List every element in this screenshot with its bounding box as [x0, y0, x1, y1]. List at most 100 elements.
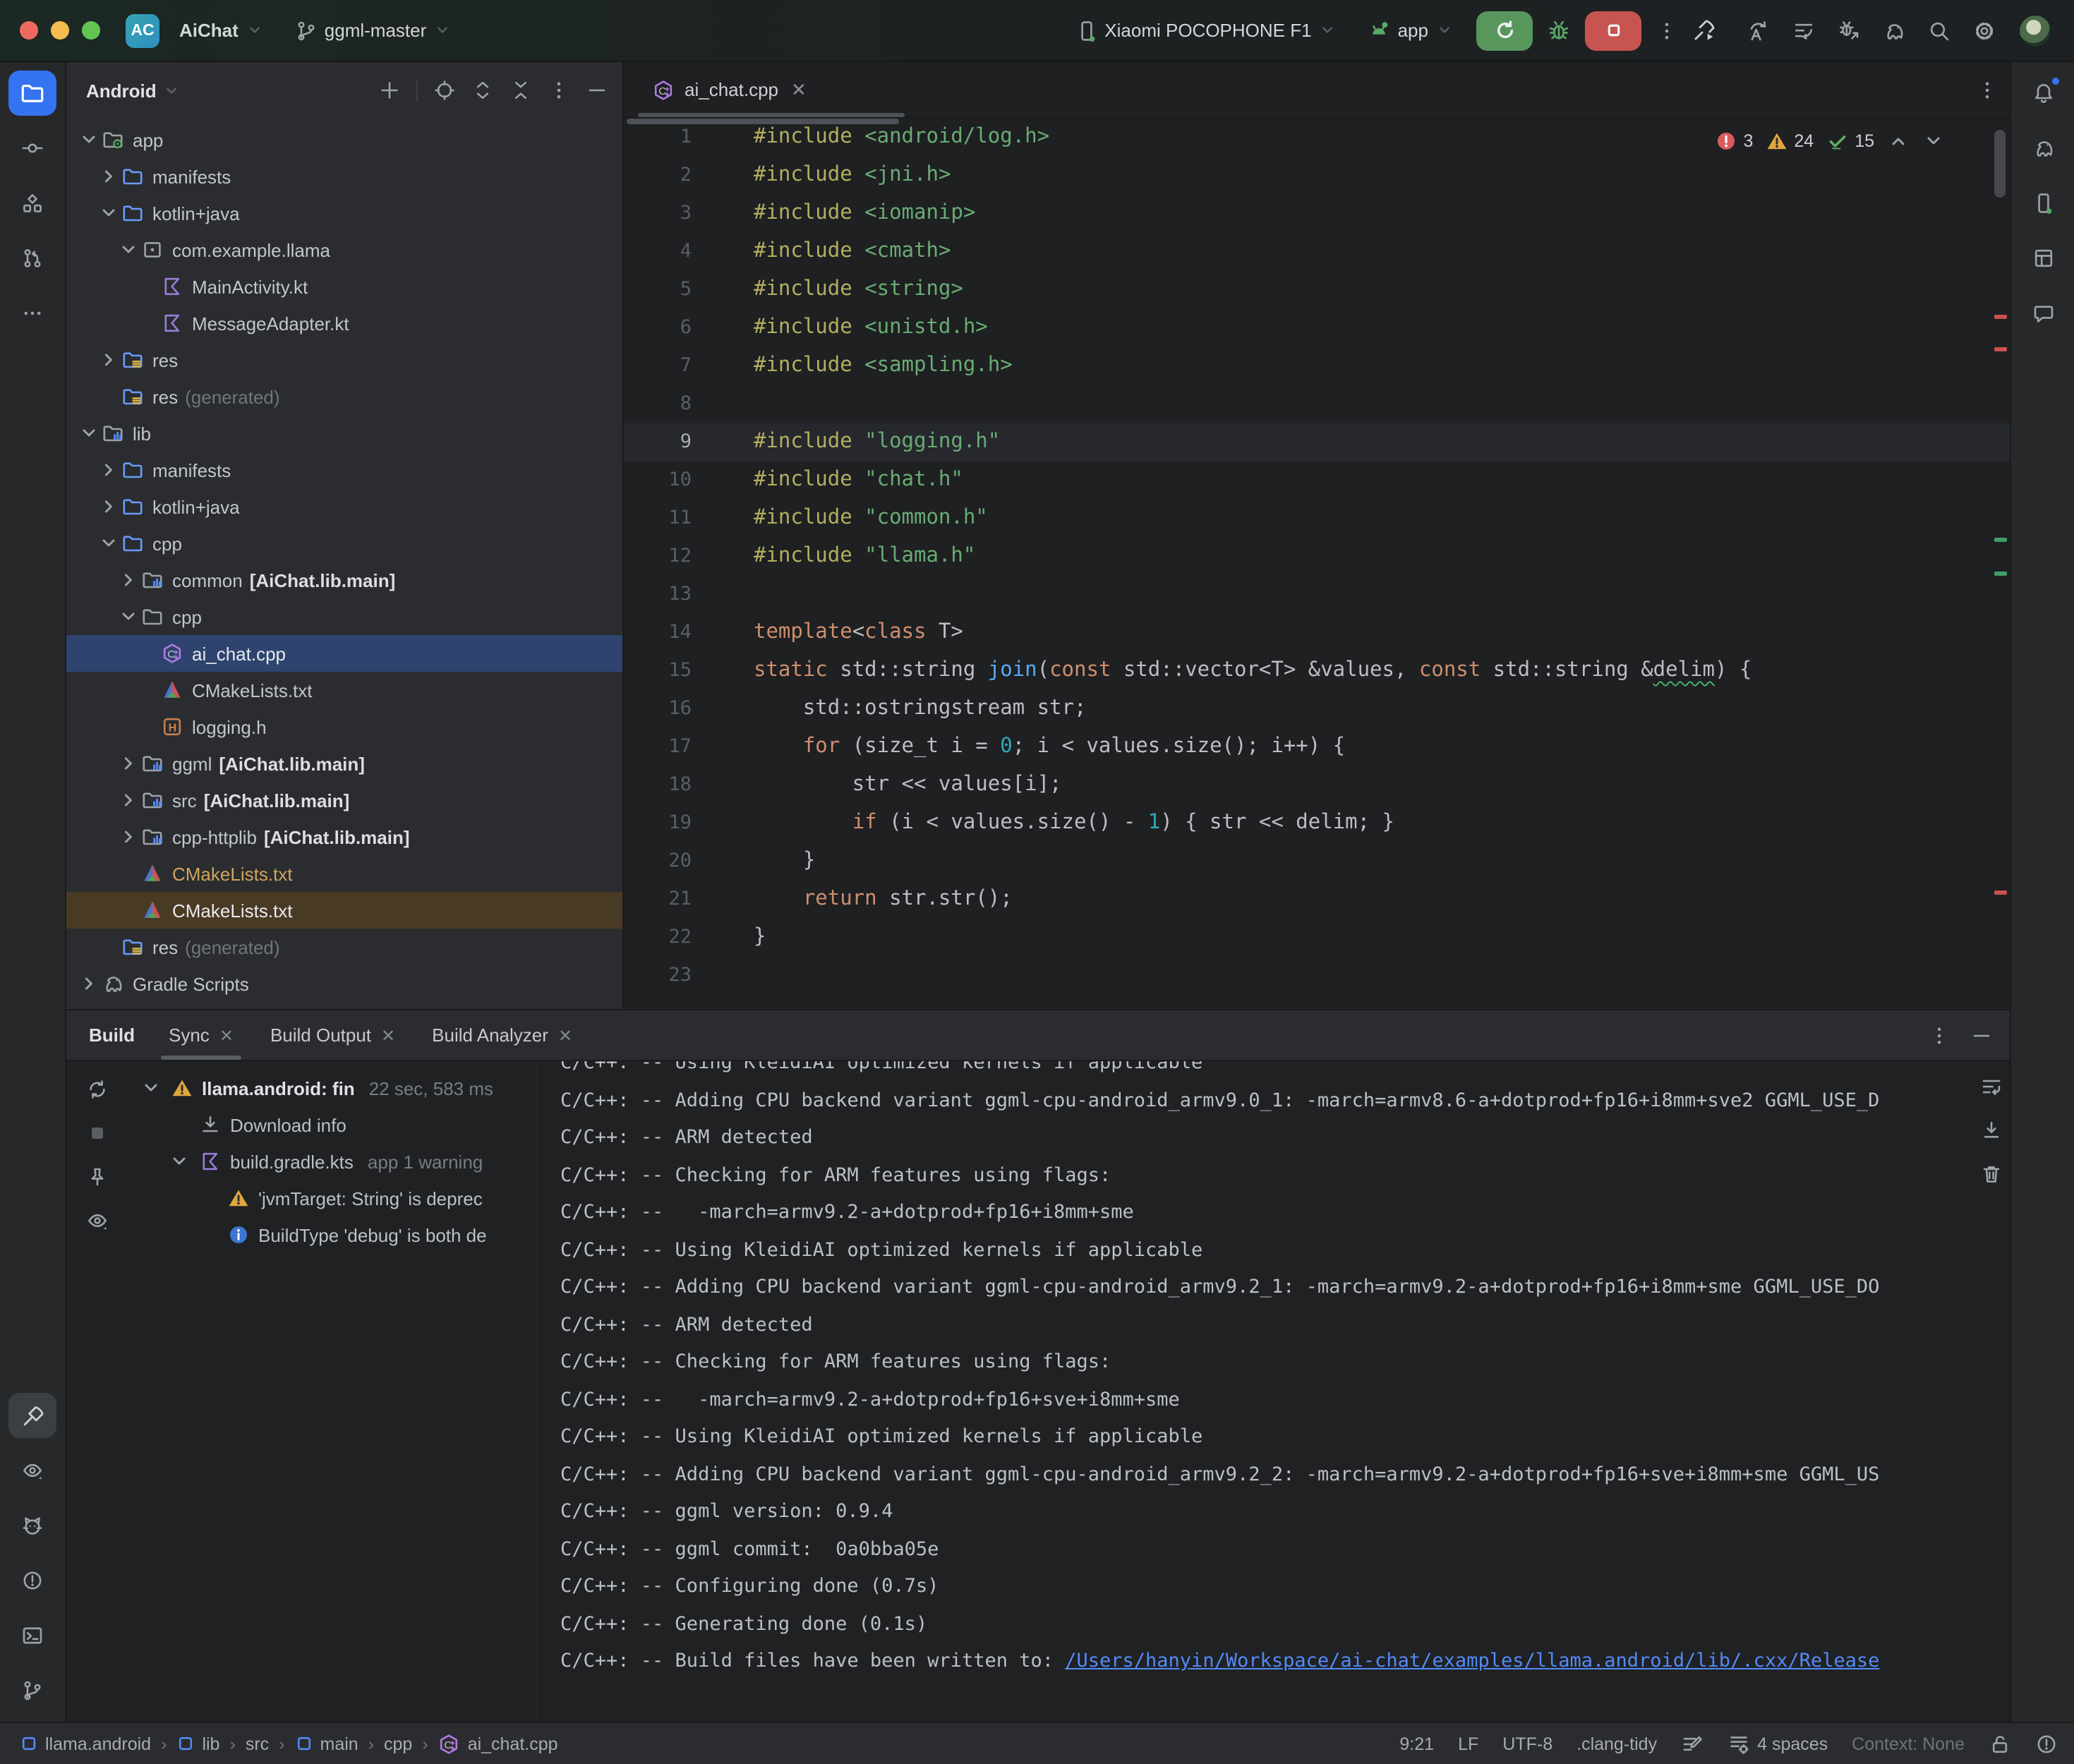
- run-config-selector[interactable]: app: [1360, 13, 1462, 47]
- more-tools-button[interactable]: [8, 291, 56, 336]
- chevron-down-icon[interactable]: [168, 1150, 191, 1173]
- horizontal-scrollbar[interactable]: [627, 119, 899, 124]
- tree-item-res[interactable]: res: [66, 342, 622, 378]
- tree-item-ai-chat-cpp[interactable]: Cai_chat.cpp: [66, 635, 622, 672]
- file-encoding[interactable]: UTF-8: [1502, 1734, 1553, 1753]
- settings-gear-icon[interactable]: [1973, 19, 1996, 42]
- sync-refresh-icon[interactable]: [86, 1078, 109, 1101]
- chevron-down-icon[interactable]: [117, 605, 140, 628]
- rerun-app-button[interactable]: [1476, 11, 1533, 50]
- project-tool-button[interactable]: [8, 71, 56, 116]
- notifications-button[interactable]: [2019, 71, 2067, 116]
- tree-item-cpp-httplib[interactable]: cpp-httplib[AiChat.lib.main]: [66, 818, 622, 855]
- prev-problem-icon[interactable]: [1887, 130, 1910, 152]
- project-selector[interactable]: AiChat: [171, 14, 272, 47]
- chevron-right-icon[interactable]: [78, 972, 100, 995]
- close-tab-icon[interactable]: ✕: [381, 1025, 395, 1045]
- problems-tool-button[interactable]: [8, 1558, 56, 1603]
- filter-eye-icon[interactable]: [86, 1209, 109, 1232]
- breadcrumb-item-llama-android[interactable]: llama.android: [20, 1734, 151, 1753]
- commit-tool-button[interactable]: [8, 126, 56, 171]
- tab-build-output[interactable]: Build Output✕: [267, 1010, 398, 1060]
- tab-options-kebab[interactable]: [1976, 78, 1998, 101]
- breadcrumb-item-ai-chat-cpp[interactable]: Cai_chat.cpp: [438, 1732, 558, 1755]
- code-area[interactable]: 1#include <android/log.h>2#include <jni.…: [624, 119, 2010, 1009]
- version-control-button[interactable]: [8, 1668, 56, 1713]
- hide-build-panel-icon[interactable]: [1970, 1024, 1993, 1046]
- tree-item-manifests[interactable]: manifests: [66, 158, 622, 195]
- build-console[interactable]: C/C++: -- Using KleidiAI optimized kerne…: [536, 1061, 2010, 1722]
- chevron-right-icon[interactable]: [117, 789, 140, 811]
- chevron-down-icon[interactable]: [78, 128, 100, 151]
- structure-tool-button[interactable]: [8, 181, 56, 226]
- tree-item-res[interactable]: res(generated): [66, 929, 622, 965]
- tree-item-common[interactable]: common[AiChat.lib.main]: [66, 562, 622, 598]
- editor-scrollbar[interactable]: [1990, 119, 2010, 1009]
- terminal-tool-button[interactable]: [8, 1613, 56, 1658]
- build-run-hammer-icon[interactable]: [1692, 18, 1716, 42]
- sync-tree-item[interactable]: Download info: [128, 1106, 536, 1143]
- run-more-kebab[interactable]: [1656, 19, 1678, 42]
- logcat-tool-button[interactable]: [8, 1503, 56, 1548]
- project-view-selector[interactable]: Android: [86, 80, 157, 101]
- tree-item-ggml[interactable]: ggml[AiChat.lib.main]: [66, 745, 622, 782]
- minimize-window-button[interactable]: [51, 21, 69, 40]
- lock-icon[interactable]: [1989, 1732, 2011, 1755]
- tree-item-cpp[interactable]: cpp: [66, 525, 622, 562]
- context-indicator[interactable]: Context: None: [1852, 1734, 1965, 1753]
- next-problem-icon[interactable]: [1922, 130, 1945, 152]
- chevron-right-icon[interactable]: [97, 495, 120, 518]
- caret-position[interactable]: 9:21: [1399, 1734, 1434, 1753]
- build-options-kebab[interactable]: [1928, 1024, 1951, 1046]
- breadcrumb-item-src[interactable]: src: [246, 1734, 269, 1753]
- inspection-highlight-icon[interactable]: [1681, 1732, 1704, 1755]
- tree-item-logging-h[interactable]: Hlogging.h: [66, 708, 622, 745]
- collapse-all-icon[interactable]: [510, 79, 532, 102]
- chevron-right-icon[interactable]: [117, 569, 140, 591]
- tree-item-manifests[interactable]: manifests: [66, 452, 622, 488]
- pull-requests-tool-button[interactable]: [8, 236, 56, 281]
- search-icon[interactable]: [1928, 19, 1951, 42]
- build-output-path-link[interactable]: /Users/hanyin/Workspace/ai-chat/examples…: [1065, 1650, 1879, 1672]
- debug-button[interactable]: [1547, 18, 1571, 42]
- panel-options-kebab[interactable]: [548, 79, 570, 102]
- stop-gray-icon[interactable]: [86, 1122, 109, 1144]
- gradle-sync-icon[interactable]: [1883, 19, 1905, 42]
- chevron-down-icon[interactable]: [117, 238, 140, 261]
- soft-wrap-icon[interactable]: [1980, 1075, 2003, 1098]
- tree-item-cmakelists-txt[interactable]: CMakeLists.txt: [66, 892, 622, 929]
- device-explorer-button[interactable]: [8, 1448, 56, 1493]
- attach-debugger-icon[interactable]: [1838, 19, 1860, 42]
- close-tab-icon[interactable]: ✕: [791, 78, 807, 101]
- tree-item-messageadapter-kt[interactable]: MessageAdapter.kt: [66, 305, 622, 342]
- device-manager-button[interactable]: [2019, 181, 2067, 226]
- apply-changes-icon[interactable]: [1747, 19, 1770, 42]
- sync-tree-item[interactable]: build.gradle.ktsapp 1 warning: [128, 1143, 536, 1180]
- chevron-down-icon[interactable]: [97, 202, 120, 224]
- chevron-down-icon[interactable]: [97, 532, 120, 555]
- line-separator[interactable]: LF: [1458, 1734, 1478, 1753]
- lint-config[interactable]: .clang-tidy: [1576, 1734, 1657, 1753]
- app-insights-button[interactable]: [2019, 291, 2067, 336]
- chevron-right-icon[interactable]: [97, 349, 120, 371]
- tree-item-cmakelists-txt[interactable]: CMakeLists.txt: [66, 672, 622, 708]
- tree-item-res[interactable]: res(generated): [66, 378, 622, 415]
- tree-item-gradle-scripts[interactable]: Gradle Scripts: [66, 965, 622, 1002]
- gradle-tool-button[interactable]: [2019, 126, 2067, 171]
- tab-build-analyzer[interactable]: Build Analyzer✕: [429, 1010, 575, 1060]
- tree-item-mainactivity-kt[interactable]: MainActivity.kt: [66, 268, 622, 305]
- pin-icon[interactable]: [86, 1166, 109, 1188]
- info-circle-icon[interactable]: [2035, 1732, 2058, 1755]
- layout-inspector-button[interactable]: [2019, 236, 2067, 281]
- tree-item-cmakelists-txt[interactable]: CMakeLists.txt: [66, 855, 622, 892]
- sync-tree-item[interactable]: llama.android: fin22 sec, 583 ms: [128, 1070, 536, 1106]
- breadcrumb-item-cpp[interactable]: cpp: [384, 1734, 412, 1753]
- add-icon[interactable]: [378, 79, 401, 102]
- breadcrumb-item-main[interactable]: main: [295, 1734, 358, 1753]
- scrollbar-thumb[interactable]: [1994, 130, 2006, 198]
- stop-button[interactable]: [1585, 11, 1641, 50]
- tree-item-kotlin-java[interactable]: kotlin+java: [66, 195, 622, 231]
- chevron-right-icon[interactable]: [117, 752, 140, 775]
- close-tab-icon[interactable]: ✕: [558, 1025, 572, 1045]
- user-avatar[interactable]: [2018, 13, 2052, 47]
